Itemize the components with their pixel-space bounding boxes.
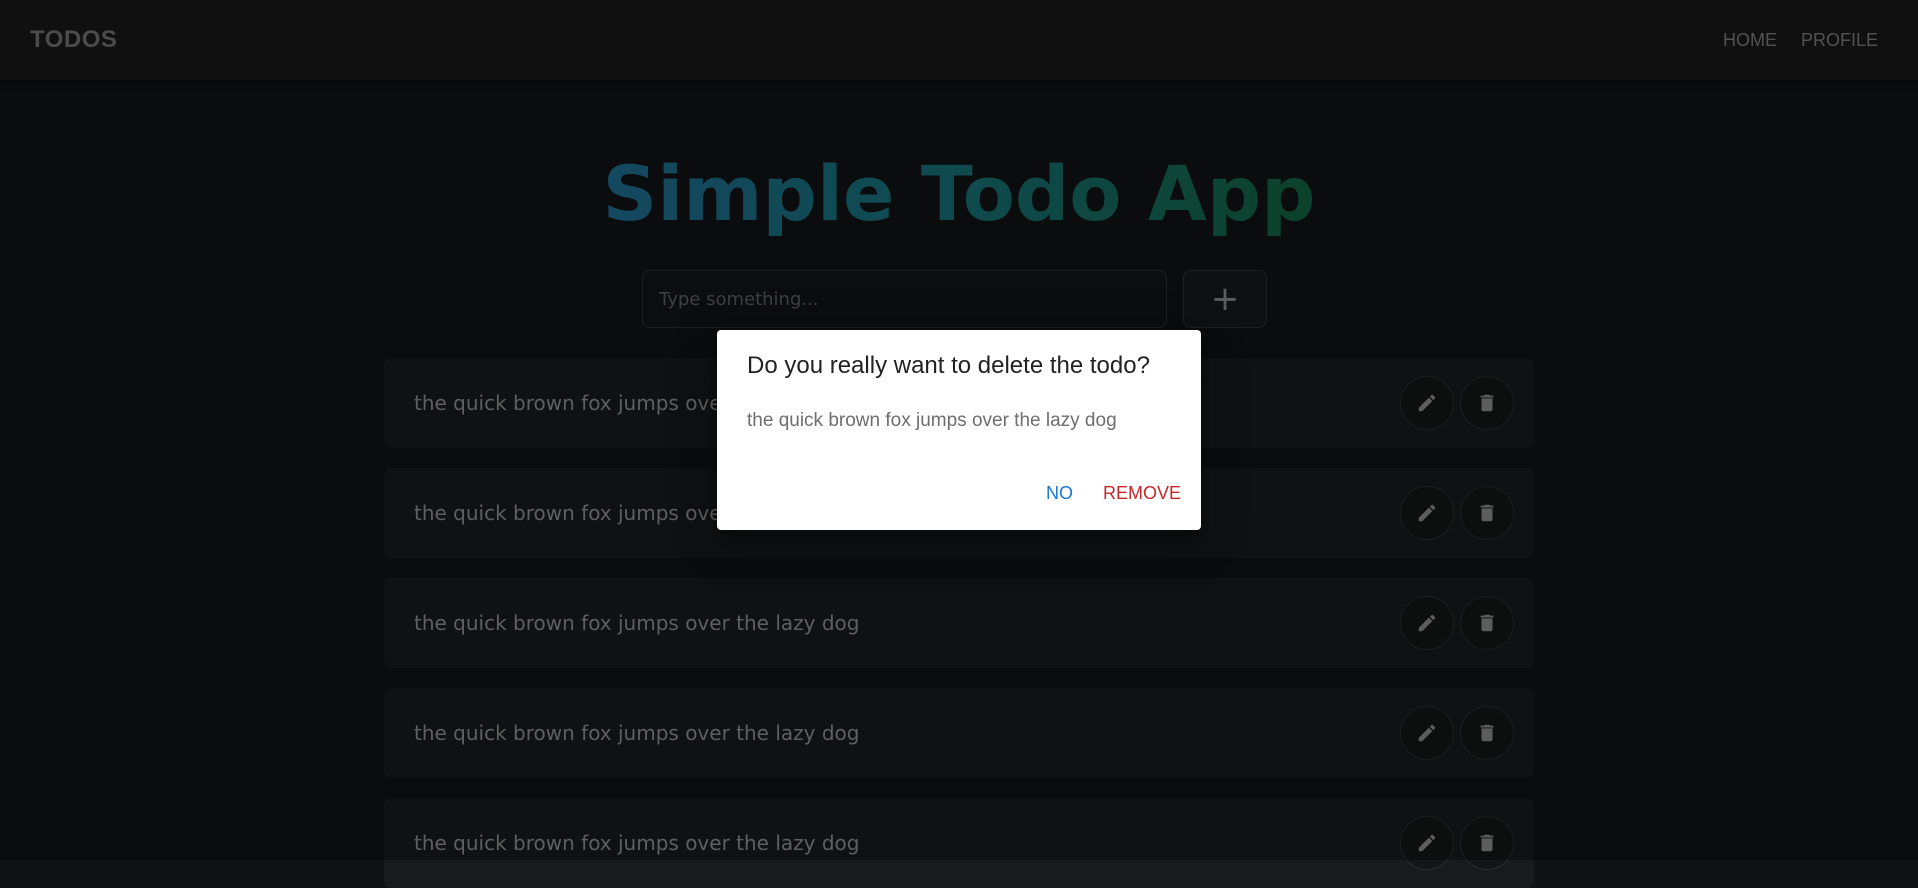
dialog-content: the quick brown fox jumps over the lazy … (747, 410, 1117, 431)
dialog-actions: NO REMOVE (1038, 477, 1189, 510)
cancel-button[interactable]: NO (1038, 477, 1081, 510)
dialog-title: Do you really want to delete the todo? (747, 352, 1150, 379)
remove-button[interactable]: REMOVE (1095, 477, 1189, 510)
delete-confirm-dialog: Do you really want to delete the todo? t… (717, 330, 1201, 530)
